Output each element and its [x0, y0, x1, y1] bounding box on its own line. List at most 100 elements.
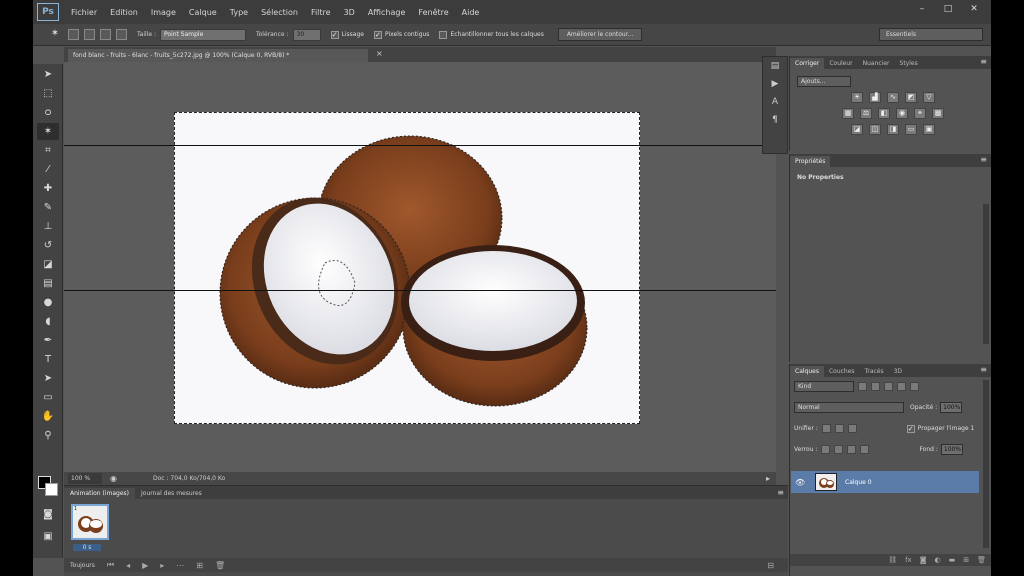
horizontal-guide[interactable] — [64, 290, 776, 291]
eyedropper-tool-icon[interactable]: ⁄ — [37, 161, 59, 178]
levels-icon[interactable]: ▟ — [869, 92, 881, 103]
filter-shape-icon[interactable] — [897, 382, 906, 391]
screen-mode-icon[interactable]: ▣ — [37, 528, 59, 545]
new-selection-icon[interactable] — [68, 29, 79, 40]
tab-animation[interactable]: Animation (images) — [64, 488, 135, 499]
subtract-selection-icon[interactable] — [100, 29, 111, 40]
document-tab[interactable]: fond blanc - fruits - 6lanc - fruits_5c2… — [68, 49, 368, 62]
tab-properties[interactable]: Propriétés — [790, 156, 831, 167]
tab-traces[interactable]: Tracés — [860, 366, 889, 377]
canvas-area[interactable] — [64, 62, 776, 472]
clone-stamp-tool-icon[interactable]: ⊥ — [37, 218, 59, 235]
properties-scrollbar[interactable] — [983, 204, 989, 344]
lock-pixels-icon[interactable] — [834, 445, 844, 454]
kind-filter-select[interactable]: Kind — [794, 381, 854, 392]
unify-visibility-icon[interactable] — [834, 424, 844, 433]
panel-menu-icon[interactable]: ≡ — [777, 488, 784, 497]
tab-couches[interactable]: Couches — [824, 366, 860, 377]
document-image[interactable] — [174, 112, 640, 424]
hue-saturation-icon[interactable]: ▦ — [842, 108, 854, 119]
tab-journal[interactable]: Journal des mesures — [135, 488, 208, 499]
blend-mode-select[interactable]: Normal — [794, 402, 904, 413]
brush-tool-icon[interactable]: ✎ — [37, 199, 59, 216]
panel-menu-icon[interactable]: ≡ — [980, 155, 987, 164]
menu-type[interactable]: Type — [230, 8, 248, 17]
adjustment-layer-icon[interactable]: ◐ — [935, 556, 941, 564]
menu-fichier[interactable]: Fichier — [71, 8, 97, 17]
background-color-swatch[interactable] — [45, 483, 58, 496]
menu-selection[interactable]: Sélection — [261, 8, 298, 17]
intersect-selection-icon[interactable] — [116, 29, 127, 40]
color-balance-icon[interactable]: ⚖ — [860, 108, 872, 119]
pen-tool-icon[interactable]: ✒ — [37, 332, 59, 349]
zoom-tool-icon[interactable]: ⚲ — [37, 427, 59, 444]
shape-tool-icon[interactable]: ▭ — [37, 389, 59, 406]
gradient-tool-icon[interactable]: ▤ — [37, 275, 59, 292]
loop-select[interactable]: Toujours — [70, 562, 95, 569]
menu-3d[interactable]: 3D — [344, 8, 355, 17]
group-icon[interactable]: ▬ — [949, 556, 956, 564]
menu-image[interactable]: Image — [151, 8, 176, 17]
color-lookup-icon[interactable]: ▩ — [932, 108, 944, 119]
tab-couleur[interactable]: Couleur — [824, 58, 857, 69]
filter-smart-object-icon[interactable] — [910, 382, 919, 391]
selective-color-icon[interactable]: ▣ — [923, 124, 935, 135]
dodge-tool-icon[interactable]: ◖ — [37, 313, 59, 330]
fill-input[interactable]: 100% — [940, 444, 963, 455]
horizontal-guide[interactable] — [64, 145, 776, 146]
tab-3d[interactable]: 3D — [889, 366, 907, 377]
close-button[interactable]: ✕ — [965, 3, 983, 15]
convert-timeline-icon[interactable]: ⊟ — [767, 561, 774, 570]
new-layer-icon[interactable]: ⊞ — [963, 556, 969, 564]
add-selection-icon[interactable] — [84, 29, 95, 40]
filter-pixel-icon[interactable] — [858, 382, 867, 391]
magic-wand-tool-preset-icon[interactable]: ✶ — [47, 28, 63, 42]
link-layers-icon[interactable]: ⛓ — [888, 556, 897, 564]
lasso-tool-icon[interactable]: ᴑ — [37, 104, 59, 121]
invert-icon[interactable]: ◪ — [851, 124, 863, 135]
menu-aide[interactable]: Aide — [462, 8, 480, 17]
layer-name[interactable]: Calque 0 — [845, 479, 872, 486]
type-tool-icon[interactable]: T — [37, 351, 59, 368]
layer-row[interactable]: 👁 Calque 0 — [791, 471, 979, 493]
pixels-contigus-checkbox[interactable]: ✓ — [373, 30, 382, 39]
visibility-eye-icon[interactable]: 👁 — [795, 478, 807, 487]
minimize-button[interactable]: – — [913, 3, 931, 15]
hand-tool-icon[interactable]: ✋ — [37, 408, 59, 425]
menu-calque[interactable]: Calque — [189, 8, 217, 17]
status-menu-icon[interactable]: ▸ — [766, 474, 770, 483]
history-brush-tool-icon[interactable]: ↺ — [37, 237, 59, 254]
panel-menu-icon[interactable]: ≡ — [980, 57, 987, 66]
threshold-icon[interactable]: ◨ — [887, 124, 899, 135]
frame-delay[interactable]: 0 s — [73, 544, 101, 551]
filter-type-icon[interactable] — [884, 382, 893, 391]
play-icon[interactable]: ▶ — [142, 561, 148, 570]
delete-layer-icon[interactable]: 🗑 — [977, 556, 986, 564]
maximize-button[interactable]: □ — [939, 3, 957, 15]
curves-icon[interactable]: ∿ — [887, 92, 899, 103]
close-document-icon[interactable]: × — [376, 49, 383, 58]
vibrance-icon[interactable]: ▽ — [923, 92, 935, 103]
layer-style-icon[interactable]: fx — [905, 556, 912, 564]
menu-affichage[interactable]: Affichage — [368, 8, 406, 17]
next-frame-icon[interactable]: ▸ — [160, 561, 164, 570]
menu-edition[interactable]: Edition — [110, 8, 138, 17]
tween-icon[interactable]: ⋯ — [176, 561, 184, 570]
propagate-checkbox[interactable]: ✓ — [906, 424, 915, 433]
unify-position-icon[interactable] — [821, 424, 831, 433]
delete-frame-icon[interactable]: 🗑 — [215, 561, 225, 570]
black-white-icon[interactable]: ◧ — [878, 108, 890, 119]
tab-styles[interactable]: Styles — [895, 58, 923, 69]
tolerance-input[interactable]: 30 — [292, 28, 321, 41]
lock-position-icon[interactable] — [847, 445, 857, 454]
color-swatches[interactable] — [38, 476, 62, 498]
tab-corriger[interactable]: Corriger — [790, 58, 825, 69]
photo-filter-icon[interactable]: ◉ — [896, 108, 908, 119]
lissage-checkbox[interactable]: ✓ — [330, 30, 339, 39]
filter-adjustment-icon[interactable] — [871, 382, 880, 391]
layer-mask-icon[interactable]: ◙ — [920, 556, 927, 564]
info-icon[interactable]: ◉ — [110, 474, 117, 483]
marquee-tool-icon[interactable]: ⬚ — [37, 85, 59, 102]
posterize-icon[interactable]: ◫ — [869, 124, 881, 135]
path-selection-tool-icon[interactable]: ➤ — [37, 370, 59, 387]
